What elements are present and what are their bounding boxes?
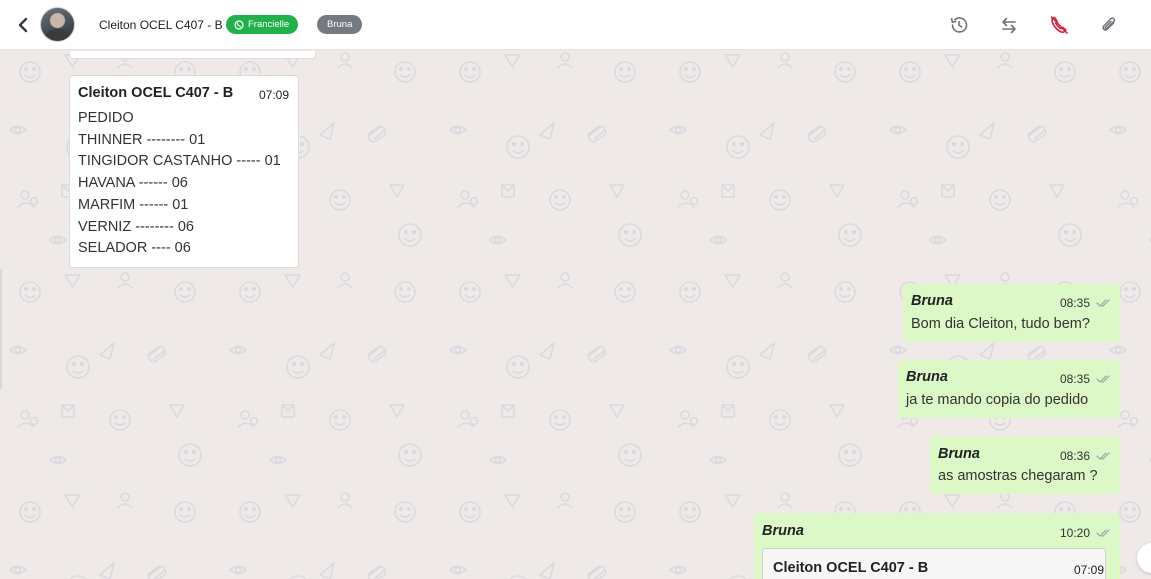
previous-message-bubble [70,51,315,58]
outgoing-message-bubble[interactable]: Bruna 10:20 Cleiton OCEL C407 - B 07:09 [754,513,1120,579]
outgoing-time: 08:36 [1060,449,1091,463]
message-line: MARFIM ------ 01 [78,196,189,213]
outgoing-time: 08:35 [1060,372,1091,386]
end-call-icon[interactable] [1048,14,1070,36]
contact-avatar[interactable] [40,7,75,42]
quoted-time: 07:09 [1074,563,1105,577]
chat-area[interactable]: Cleiton OCEL C407 - B 07:09 PEDIDO THINN… [0,51,1151,579]
double-check-icon [1096,529,1110,537]
user-tag-label: Bruna [327,19,353,30]
outgoing-sender: Bruna [911,293,953,309]
outgoing-message-bubble[interactable]: Bruna 08:35 ja te mando copia do pedido [898,360,1120,418]
history-icon[interactable] [948,14,970,36]
message-line: SELADOR ---- 06 [78,240,191,257]
contact-name: Cleiton OCEL C407 - B [99,18,223,32]
outgoing-sender: Bruna [938,446,980,462]
message-line: THINNER -------- 01 [78,131,206,148]
attachment-icon[interactable] [1098,14,1120,36]
channel-tag-label: Francielle [248,19,290,30]
outgoing-sender: Bruna [762,523,804,539]
outgoing-time: 10:20 [1060,526,1091,540]
outgoing-message-text: Bom dia Cleiton, tudo bem? [911,316,1090,332]
outgoing-message-bubble[interactable]: Bruna 08:35 Bom dia Cleiton, tudo bem? [903,284,1120,342]
whatsapp-icon [234,19,244,30]
chat-header: Cleiton OCEL C407 - B Francielle Bruna [0,0,1151,50]
outgoing-message-text: ja te mando copia do pedido [906,392,1089,408]
channel-tag: Francielle [226,15,299,34]
outgoing-message-bubble[interactable]: Bruna 08:36 as amostras chegaram ? [930,436,1120,494]
left-scroll-handle[interactable] [0,269,2,389]
incoming-message-text: PEDIDO THINNER -------- 01 TINGIDOR CAST… [78,108,281,260]
incoming-time: 07:09 [259,88,290,102]
outgoing-time: 08:35 [1060,296,1091,310]
outgoing-sender: Bruna [906,369,948,385]
message-line: HAVANA ------ 06 [78,175,188,192]
user-tag: Bruna [317,15,363,34]
outgoing-message-text: as amostras chegaram ? [938,468,1098,484]
back-arrow-icon[interactable] [14,14,32,36]
quoted-message[interactable]: Cleiton OCEL C407 - B 07:09 [762,548,1106,579]
message-line: VERNIZ -------- 06 [78,218,194,235]
message-line: PEDIDO [78,110,134,126]
quoted-sender: Cleiton OCEL C407 - B [773,560,929,576]
incoming-message-bubble[interactable]: Cleiton OCEL C407 - B 07:09 PEDIDO THINN… [70,76,298,267]
transfer-icon[interactable] [998,14,1020,36]
message-line: TINGIDOR CASTANHO ----- 01 [78,153,281,170]
double-check-icon [1096,299,1110,307]
double-check-icon [1096,452,1110,460]
incoming-sender: Cleiton OCEL C407 - B [78,85,234,101]
double-check-icon [1096,375,1110,383]
